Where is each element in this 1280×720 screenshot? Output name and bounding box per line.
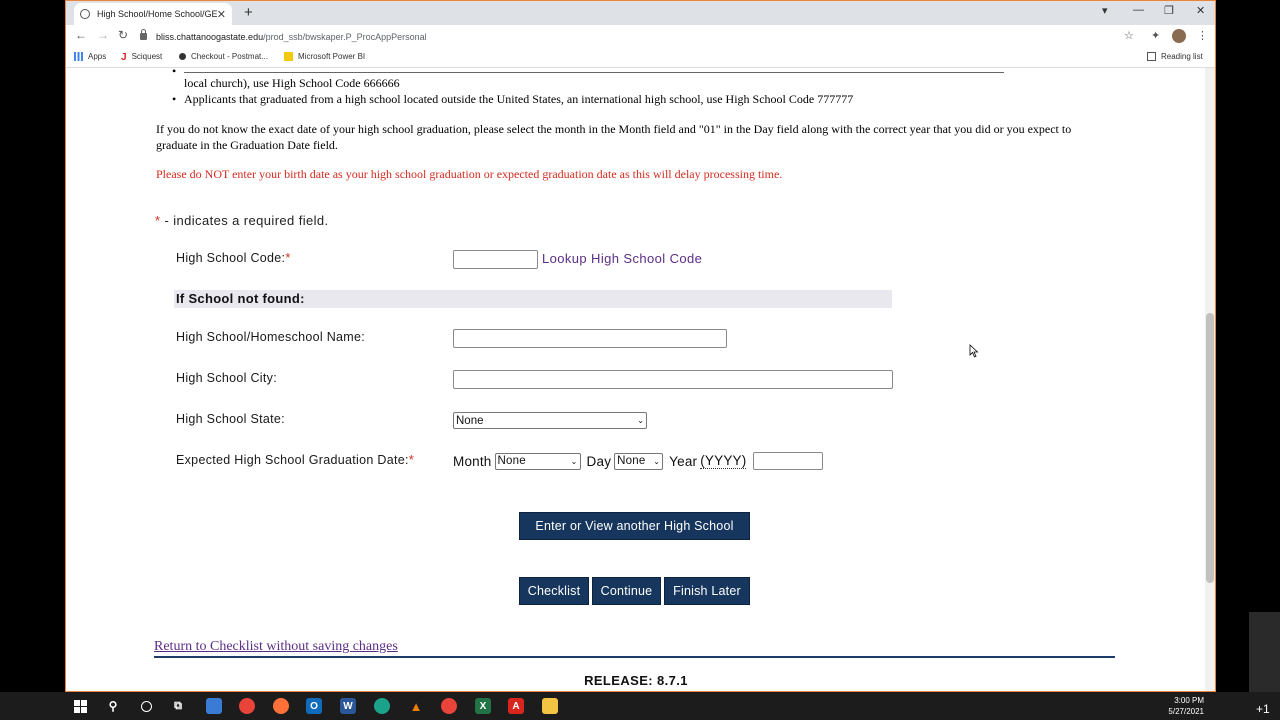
graduation-note: If you do not know the exact date of you… (156, 122, 1072, 152)
extensions-icon[interactable]: ✦ (1151, 29, 1160, 42)
new-tab-icon[interactable]: + (244, 4, 253, 21)
required-star-icon: * (155, 213, 161, 228)
cortana-icon[interactable] (138, 698, 154, 714)
required-legend: * - indicates a required field. (155, 213, 329, 228)
close-window-icon[interactable]: ✕ (1196, 4, 1205, 17)
day-select[interactable]: None ⌄ (614, 452, 664, 470)
reading-list-icon (1147, 52, 1156, 61)
checklist-button[interactable]: Checklist (519, 577, 589, 605)
bullet-international: Applicants that graduated from a high sc… (172, 92, 853, 107)
windows-taskbar: ⚲ ⧉ O W ▲ X A 3:00 PM 5/27/2021 (0, 692, 1280, 720)
footer-divider (154, 656, 1115, 658)
required-star-icon: * (408, 452, 415, 467)
acrobat-icon[interactable]: A (508, 698, 524, 714)
search-icon[interactable]: ⚲ (105, 698, 121, 714)
page-scrollbar[interactable] (1205, 68, 1215, 691)
minimize-icon[interactable]: — (1133, 4, 1144, 16)
browser-window: High School/Home School/GED ✕ + ▾ — ❐ ✕ … (65, 0, 1216, 692)
firefox-icon[interactable] (273, 698, 289, 714)
restore-icon[interactable]: ❐ (1164, 4, 1174, 17)
reading-list[interactable]: Reading list (1147, 52, 1203, 61)
hs-city-input[interactable] (453, 370, 893, 389)
year-input[interactable] (753, 452, 824, 470)
chevron-down-icon: ⌄ (637, 416, 644, 425)
chevron-down-icon: ⌄ (653, 456, 661, 466)
outlook-icon[interactable]: O (306, 698, 322, 714)
lookup-hs-code-link[interactable]: Lookup High School Code (542, 251, 702, 266)
powerbi-icon (284, 52, 293, 61)
hs-name-input[interactable] (453, 329, 727, 348)
grad-date-label: Expected High School Graduation Date:* (176, 452, 415, 467)
finish-later-button[interactable]: Finish Later (664, 577, 750, 605)
not-found-section-header: If School not found: (174, 290, 892, 308)
required-star-icon: * (285, 250, 291, 265)
chevron-down-icon: ⌄ (570, 456, 578, 466)
hs-code-label: High School Code:* (176, 250, 291, 265)
bookmarks-bar: Apps J Sciquest Checkout - Postmat... Mi… (66, 48, 1215, 68)
globe-icon (80, 9, 90, 19)
back-icon[interactable]: ← (75, 28, 87, 42)
address-bar[interactable]: bliss.chattanoogastate.edu/prod_ssb/bwsk… (140, 28, 1150, 45)
browser-tab[interactable]: High School/Home School/GED ✕ (74, 3, 232, 25)
grad-date-fields: Month None ⌄ Day None ⌄ Year (YYYY) (453, 452, 824, 470)
app-icon-2[interactable] (374, 698, 390, 714)
month-select[interactable]: None ⌄ (494, 452, 581, 470)
menu-icon[interactable]: ⋮ (1197, 29, 1208, 42)
tab-search-icon[interactable]: ▾ (1102, 4, 1108, 17)
hs-state-select[interactable]: None ⌄ (453, 412, 647, 429)
month-label: Month (453, 453, 492, 469)
return-to-checklist-link[interactable]: Return to Checklist without saving chang… (154, 639, 398, 655)
hs-code-input[interactable] (453, 250, 538, 269)
postmates-icon (179, 53, 186, 60)
scrollbar-thumb[interactable] (1206, 313, 1214, 583)
tab-title: High School/Home School/GED (97, 9, 217, 19)
bullet-partial-top (172, 68, 1004, 79)
word-icon[interactable]: W (340, 698, 356, 714)
lock-icon (140, 29, 147, 40)
vlc-icon[interactable]: ▲ (408, 698, 424, 714)
apps-grid-icon (74, 52, 83, 61)
bookmark-postmates[interactable]: Checkout - Postmat... (179, 52, 268, 61)
continue-button[interactable]: Continue (592, 577, 661, 605)
tab-strip: High School/Home School/GED ✕ + ▾ — ❐ ✕ (66, 1, 1215, 25)
mouse-cursor-icon (969, 344, 979, 358)
browser-toolbar: ← → ↻ bliss.chattanoogastate.edu/prod_ss… (66, 25, 1215, 48)
task-view-icon[interactable]: ⧉ (170, 698, 186, 714)
birthdate-warning: Please do NOT enter your birth date as y… (156, 167, 783, 181)
chrome-icon[interactable] (239, 698, 255, 714)
bookmark-powerbi[interactable]: Microsoft Power BI (284, 52, 365, 61)
system-clock[interactable]: 3:00 PM 5/27/2021 (1168, 695, 1204, 717)
hs-state-label: High School State: (176, 412, 285, 426)
app-icon[interactable] (206, 698, 222, 714)
chrome-icon-2[interactable] (441, 698, 457, 714)
avatar[interactable] (1172, 29, 1186, 43)
year-label: Year (669, 453, 698, 469)
year-format-hint: (YYYY) (700, 453, 747, 469)
bullet-partial-text: local church), use High School Code 6666… (184, 76, 400, 90)
sciquest-icon: J (121, 52, 127, 63)
hs-name-label: High School/Homeschool Name: (176, 330, 366, 344)
file-explorer-icon[interactable] (542, 698, 558, 714)
excel-icon[interactable]: X (475, 698, 491, 714)
page-content: local church), use High School Code 6666… (66, 68, 1206, 691)
windows-start-icon[interactable] (72, 698, 88, 714)
close-tab-icon[interactable]: ✕ (217, 8, 226, 21)
day-label: Day (586, 453, 612, 469)
notification-count: +1 (1256, 702, 1270, 716)
url-text: bliss.chattanoogastate.edu/prod_ssb/bwsk… (156, 31, 427, 42)
forward-icon[interactable]: → (97, 28, 109, 42)
release-version: RELEASE: 8.7.1 (584, 673, 688, 688)
bookmark-apps[interactable]: Apps (74, 52, 106, 61)
hs-city-label: High School City: (176, 371, 277, 385)
bookmark-sciquest[interactable]: J Sciquest (121, 52, 162, 63)
reload-icon[interactable]: ↻ (118, 28, 128, 42)
enter-another-hs-button[interactable]: Enter or View another High School (519, 512, 750, 540)
bookmark-star-icon[interactable]: ☆ (1124, 29, 1134, 42)
